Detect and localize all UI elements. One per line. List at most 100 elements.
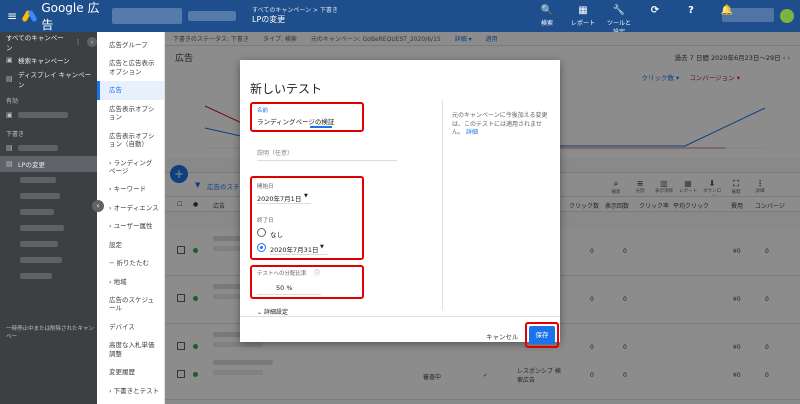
end-date-radio[interactable] <box>257 243 266 252</box>
draft-label: LPの変更 <box>18 161 46 169</box>
campaign-label: ディスプレイ キャンペーン <box>17 71 92 89</box>
draft-icon: ▤ <box>6 160 13 168</box>
menu-item-ad-schedule[interactable]: 広告のスケジュール <box>97 291 164 318</box>
search-icon: 🔍 <box>540 5 554 16</box>
adgroup-item[interactable] <box>0 252 97 268</box>
campaign-icon: ▣ <box>6 111 13 119</box>
details-link[interactable]: 詳細 <box>466 129 478 136</box>
cancel-button[interactable]: キャンセル <box>486 331 519 341</box>
menu-item-landing-pages[interactable]: › ランディング ページ <box>97 154 164 181</box>
account-id <box>188 11 236 21</box>
start-date-select[interactable]: 2020年7月1日 <box>257 193 301 203</box>
collapse-menu-icon[interactable]: ‹ <box>92 200 104 212</box>
more-vert-icon[interactable]: ⋮ <box>75 38 82 46</box>
end-date-underline <box>270 254 328 255</box>
chevron-down-icon: ⌄ <box>257 309 264 316</box>
menu-item-drafts-experiments[interactable]: › 下書きとテスト <box>97 382 164 400</box>
menu-item-change-history[interactable]: 変更履歴 <box>97 363 164 381</box>
breadcrumb-parent[interactable]: すべてのキャンペーン > 下書き <box>252 7 338 15</box>
new-experiment-dialog: 新しいテスト 名前 ランディングページの検証 説明（任意） 開始日 2020年7… <box>240 60 560 348</box>
save-button[interactable]: 保存 <box>529 326 555 344</box>
google-ads-logo[interactable]: Google 広告 <box>21 0 108 33</box>
menu-item-bid-adjustments[interactable]: 高度な入札単価調整 <box>97 336 164 363</box>
adgroup-item[interactable] <box>0 204 97 220</box>
breadcrumb[interactable]: すべてのキャンペーン > 下書き LPの変更 <box>252 7 338 25</box>
adgroup-item[interactable] <box>0 188 97 204</box>
display-campaign-icon: ▤ <box>6 75 13 83</box>
draft-item[interactable]: ▤ <box>0 140 97 156</box>
name-input-underline <box>310 126 332 128</box>
refresh-icon: ⟳ <box>650 5 660 16</box>
google-ads-mark-icon <box>21 9 38 23</box>
all-campaigns-item[interactable]: すべてのキャンペーン ⋮ ‹ <box>0 32 97 52</box>
draft-label <box>18 145 58 151</box>
start-date-underline <box>257 203 311 204</box>
adgroup-label <box>20 273 52 279</box>
menu-item-auto-extensions[interactable]: 広告表示オプション（自動） <box>97 127 164 154</box>
draft-icon: ▤ <box>6 144 13 152</box>
campaign-item[interactable]: ▣ <box>0 107 97 123</box>
paused-removed-link[interactable]: 一時停止中または削除されたキャンペー <box>6 324 97 340</box>
menu-item-collapse[interactable]: − 折りたたむ <box>97 254 164 272</box>
account-email[interactable] <box>722 8 774 22</box>
description-input[interactable]: 説明（任意） <box>257 148 293 157</box>
menu-item-ad-groups[interactable]: 広告グループ <box>97 36 164 54</box>
campaign-item-display[interactable]: ▤ ディスプレイ キャンペーン <box>0 68 97 90</box>
advanced-settings-toggle[interactable]: ⌄ 詳細設定 <box>257 307 288 316</box>
menu-item-demographics[interactable]: › ユーザー属性 <box>97 217 164 235</box>
breadcrumb-current: LPの変更 <box>252 14 286 24</box>
menu-item-keywords[interactable]: › キーワード <box>97 180 164 198</box>
adgroup-label <box>20 209 54 215</box>
start-date-label: 開始日 <box>257 184 274 190</box>
name-input[interactable]: ランディングページの検証 <box>257 116 334 126</box>
adgroup-label <box>20 177 56 183</box>
adgroup-item[interactable] <box>0 268 97 284</box>
end-none-radio[interactable] <box>257 228 266 237</box>
campaign-nav: すべてのキャンペーン ⋮ ‹ ▣ 検索キャンペーン ▤ ディスプレイ キャンペーン … <box>0 32 97 404</box>
name-label: 名前 <box>257 108 269 114</box>
top-bar: ≡ Google 広告 すべてのキャンペーン > 下書き LPの変更 🔍 検索 ▦… <box>0 0 800 36</box>
adgroup-label <box>20 241 58 247</box>
split-input[interactable]: 50 % <box>276 284 293 292</box>
menu-item-devices[interactable]: デバイス <box>97 318 164 336</box>
end-date-label: 終了日 <box>257 218 274 224</box>
menu-item-ads[interactable]: 広告 <box>97 81 164 100</box>
section-enabled: 有効 <box>6 98 19 105</box>
search-campaign-icon: ▣ <box>6 56 13 64</box>
menu-item-extensions[interactable]: 広告表示オプション <box>97 100 164 127</box>
report-icon: ▦ <box>578 5 588 16</box>
description-underline <box>257 160 397 161</box>
split-underline <box>257 294 321 295</box>
start-date-dropdown-icon[interactable]: ▼ <box>304 193 308 199</box>
end-none-label[interactable]: なし <box>270 229 283 239</box>
avatar[interactable] <box>780 9 794 23</box>
dialog-footer-divider <box>240 316 560 317</box>
end-date-dropdown-icon[interactable]: ▼ <box>320 244 324 250</box>
side-info: 元のキャンペーンに今後加える変更は、このテストには適用されません。 詳細 <box>452 112 550 138</box>
help-icon[interactable]: ⓘ <box>314 268 320 277</box>
all-campaigns-label: すべてのキャンペーン <box>6 34 64 52</box>
menu-item-locations[interactable]: › 地域 <box>97 273 164 291</box>
adgroup-item[interactable] <box>0 172 97 188</box>
end-date-select[interactable]: 2020年7月31日 <box>270 244 318 254</box>
product-name: Google 広告 <box>41 1 100 32</box>
page-menu: 広告グループ 広告と広告表示オプション 広告 広告表示オプション 広告表示オプシ… <box>97 32 165 404</box>
menu-item-ads-extensions[interactable]: 広告と広告表示オプション <box>97 54 164 81</box>
report-label: レポート <box>570 20 595 27</box>
search-label: 検索 <box>540 20 553 27</box>
adgroup-item[interactable] <box>0 236 97 252</box>
advanced-settings-label: 詳細設定 <box>263 309 288 316</box>
adgroup-label <box>20 193 60 199</box>
draft-item-active[interactable]: ▤ LPの変更 <box>0 156 97 172</box>
collapse-nav-icon[interactable]: ‹ <box>87 37 97 47</box>
adgroup-item[interactable] <box>0 220 97 236</box>
campaign-label: 検索キャンペーン <box>18 57 70 65</box>
split-label: テストへの分配比率 <box>257 271 307 277</box>
dialog-divider <box>442 100 443 310</box>
menu-icon[interactable]: ≡ <box>0 9 24 23</box>
account-selector[interactable] <box>112 8 182 24</box>
tools-icon: 🔧 <box>612 5 626 16</box>
menu-item-audiences[interactable]: › オーディエンス <box>97 199 164 217</box>
campaign-item-search[interactable]: ▣ 検索キャンペーン <box>0 52 97 68</box>
menu-item-settings[interactable]: 設定 <box>97 236 164 254</box>
